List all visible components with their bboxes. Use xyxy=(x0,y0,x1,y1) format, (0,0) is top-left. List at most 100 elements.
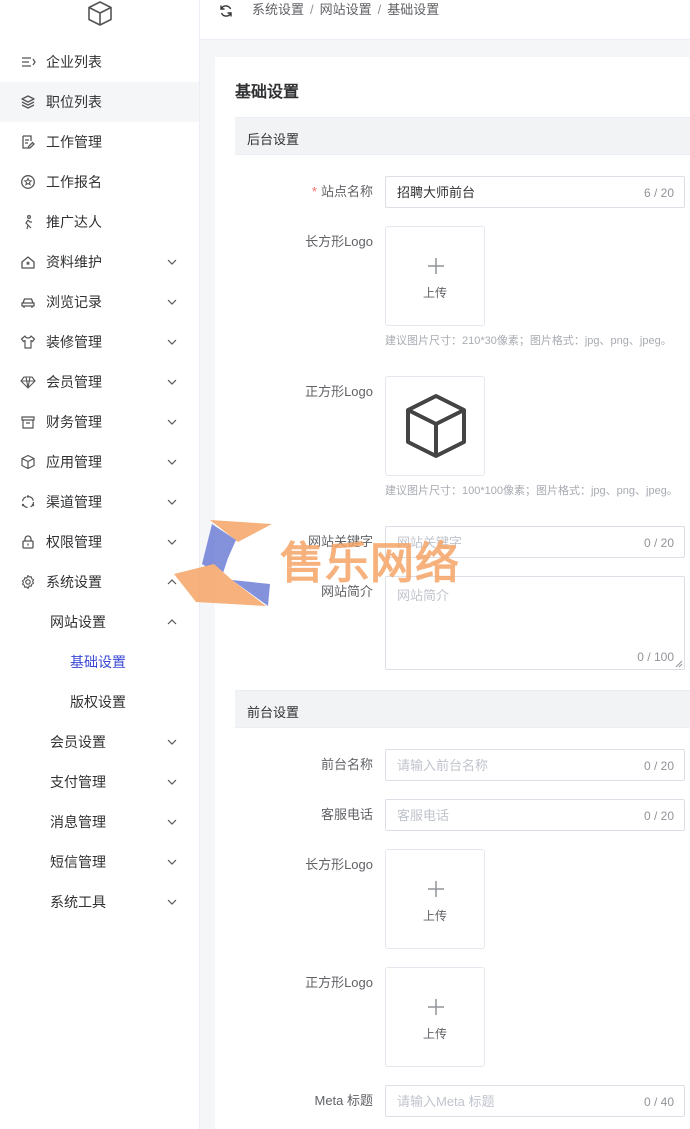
sidebar-item-label: 短信管理 xyxy=(50,854,106,870)
front-rect-logo-upload[interactable]: 上传 xyxy=(385,849,485,949)
rect-logo-label: 长方形Logo xyxy=(305,234,373,249)
watermark-text: 售乐网络 xyxy=(280,539,460,588)
sidebar-item-promoter[interactable]: 推广达人 xyxy=(0,202,199,242)
sidebar-item-label: 会员管理 xyxy=(46,374,102,390)
chevron-up-icon[interactable] xyxy=(166,617,178,627)
chevron-down-icon[interactable] xyxy=(166,737,178,747)
sidebar-item-work-signup[interactable]: 工作报名 xyxy=(0,162,199,202)
char-counter: 0 / 20 xyxy=(643,759,674,773)
chevron-down-icon[interactable] xyxy=(166,377,178,387)
section-title: 后台设置 xyxy=(247,132,300,147)
sidebar-item-sms[interactable]: 短信管理 xyxy=(0,842,199,882)
square-logo-hint: 建议图片尺寸：100*100像素；图片格式：jpg、png、jpeg。 xyxy=(385,485,678,497)
square-logo-upload[interactable] xyxy=(385,376,485,476)
chevron-down-icon[interactable] xyxy=(166,777,178,787)
diamond-icon xyxy=(20,376,36,389)
sidebar-item-member-management[interactable]: 会员管理 xyxy=(0,362,199,402)
sidebar-item-label: 职位列表 xyxy=(46,94,102,110)
sidebar-item-data-maintenance[interactable]: 资料维护 xyxy=(0,242,199,282)
sidebar-item-label: 应用管理 xyxy=(46,454,102,470)
char-counter: 0 / 100 xyxy=(637,650,674,664)
upload-text: 上传 xyxy=(422,909,447,923)
chevron-down-icon[interactable] xyxy=(166,297,178,307)
placeholder: 请输入Meta 标题 xyxy=(397,1094,495,1109)
sidebar-item-website-settings[interactable]: 网站设置 xyxy=(0,602,199,642)
walking-person-icon xyxy=(25,215,32,230)
sidebar-item-app-management[interactable]: 应用管理 xyxy=(0,442,199,482)
sidebar-item-member-settings[interactable]: 会员设置 xyxy=(0,722,199,762)
front-name-input[interactable]: 请输入前台名称 0 / 20 xyxy=(385,749,685,781)
service-phone-input[interactable]: 客服电话 0 / 20 xyxy=(385,799,685,831)
breadcrumb-item[interactable]: 网站设置 xyxy=(320,2,372,17)
sidebar-item-label: 资料维护 xyxy=(46,254,102,270)
intro-textarea[interactable]: 网站简介 0 / 100 xyxy=(385,576,685,670)
sidebar-item-position-list[interactable]: 职位列表 xyxy=(0,82,199,122)
sidebar-item-copyright-settings[interactable]: 版权设置 xyxy=(0,682,199,722)
sidebar-item-label: 推广达人 xyxy=(46,214,102,230)
resize-handle-icon[interactable] xyxy=(675,660,683,668)
sidebar-item-label: 系统工具 xyxy=(50,894,106,910)
rect-logo-hint: 建议图片尺寸：210*30像素；图片格式：jpg、png、jpeg。 xyxy=(385,335,672,347)
sidebar-item-system-settings[interactable]: 系统设置 xyxy=(0,562,199,602)
sidebar-item-company-list[interactable]: 企业列表 xyxy=(0,42,199,82)
sidebar-item-basic-settings[interactable]: 基础设置 xyxy=(0,642,199,682)
sidebar-item-message[interactable]: 消息管理 xyxy=(0,802,199,842)
plus-icon xyxy=(428,881,444,897)
lock-icon xyxy=(22,535,34,549)
car-icon xyxy=(21,298,35,308)
breadcrumb-item[interactable]: 系统设置 xyxy=(252,2,304,17)
placeholder: 请输入前台名称 xyxy=(397,758,489,773)
meta-title-label: Meta 标题 xyxy=(314,1093,373,1108)
section-backend: 后台设置 xyxy=(235,117,690,155)
breadcrumb-separator: / xyxy=(310,2,314,17)
refresh-circle-icon xyxy=(21,495,35,509)
sidebar-item-label: 财务管理 xyxy=(46,414,102,430)
rect-logo-upload[interactable]: 上传 xyxy=(385,226,485,326)
sidebar-item-label: 消息管理 xyxy=(50,814,106,830)
sidebar-item-finance[interactable]: 财务管理 xyxy=(0,402,199,442)
sidebar-item-permissions[interactable]: 权限管理 xyxy=(0,522,199,562)
watermark-logo-icon xyxy=(174,520,272,606)
front-square-logo-upload[interactable]: 上传 xyxy=(385,967,485,1067)
star-badge-icon xyxy=(21,175,35,189)
site-name-input[interactable]: 招聘大师前台 6 / 20 xyxy=(385,176,685,208)
chevron-down-icon[interactable] xyxy=(166,337,178,347)
sidebar-item-channel[interactable]: 渠道管理 xyxy=(0,482,199,522)
sidebar-item-label: 装修管理 xyxy=(46,334,102,350)
sidebar-item-label: 工作报名 xyxy=(46,174,102,190)
chevron-down-icon[interactable] xyxy=(166,857,178,867)
char-counter: 0 / 40 xyxy=(643,1095,674,1109)
chevron-down-icon[interactable] xyxy=(166,817,178,827)
site-name-label: * 站点名称 xyxy=(311,184,373,199)
sidebar-item-system-tools[interactable]: 系统工具 xyxy=(0,882,199,922)
sidebar-item-browse-history[interactable]: 浏览记录 xyxy=(0,282,199,322)
chevron-down-icon[interactable] xyxy=(166,257,178,267)
service-phone-label: 客服电话 xyxy=(320,807,373,822)
cube-icon xyxy=(21,454,35,470)
gear-icon xyxy=(21,574,35,590)
layers-icon xyxy=(21,95,35,109)
sidebar-item-label: 版权设置 xyxy=(70,694,126,710)
sidebar-item-work-management[interactable]: 工作管理 xyxy=(0,122,199,162)
chevron-down-icon[interactable] xyxy=(166,897,178,907)
trash-box-icon xyxy=(21,416,35,429)
sidebar-item-label: 网站设置 xyxy=(50,614,106,630)
chevron-down-icon[interactable] xyxy=(166,497,178,507)
meta-title-input[interactable]: 请输入Meta 标题 0 / 40 xyxy=(385,1085,685,1117)
required-mark: * xyxy=(311,184,317,199)
sidebar-item-payment[interactable]: 支付管理 xyxy=(0,762,199,802)
sidebar-item-decoration[interactable]: 装修管理 xyxy=(0,322,199,362)
sidebar-item-label: 工作管理 xyxy=(46,134,102,150)
top-header: 系统设置 / 网站设置 / 基础设置 xyxy=(200,0,690,40)
plus-icon xyxy=(428,999,444,1015)
sidebar-item-label: 基础设置 xyxy=(70,654,126,670)
chevron-down-icon[interactable] xyxy=(166,417,178,427)
square-logo-label: 正方形Logo xyxy=(305,384,373,399)
settings-card: 基础设置 后台设置 * 站点名称 招聘大师前台 6 / 20 长方形Logo 上传… xyxy=(215,57,690,1129)
breadcrumb: 系统设置 / 网站设置 / 基础设置 xyxy=(252,2,439,18)
section-frontend: 前台设置 xyxy=(235,690,690,728)
sidebar-item-label: 权限管理 xyxy=(46,534,102,550)
chevron-down-icon[interactable] xyxy=(166,457,178,467)
list-indent-icon xyxy=(22,57,36,67)
refresh-icon[interactable] xyxy=(219,4,233,18)
